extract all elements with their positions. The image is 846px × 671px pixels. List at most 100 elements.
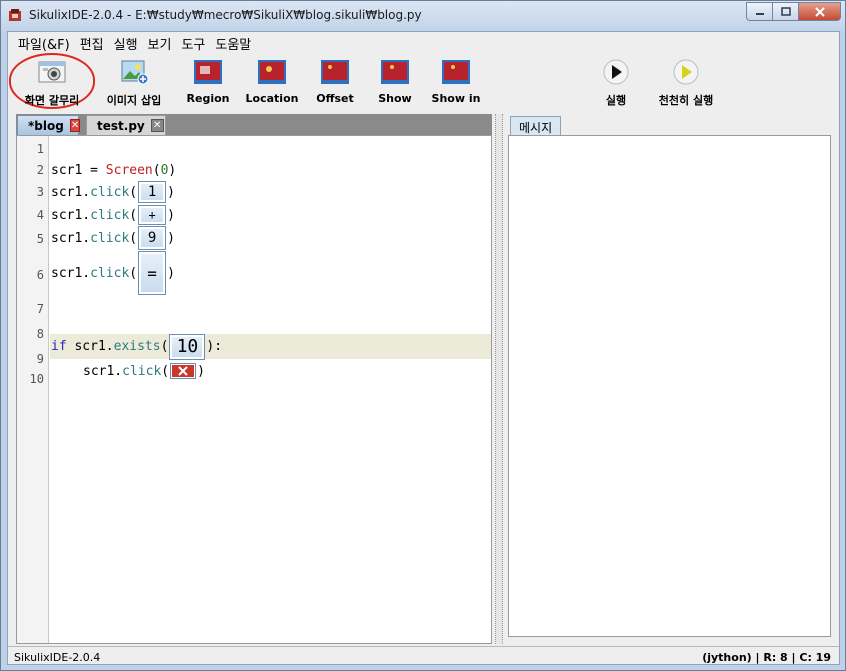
line-number: 6 (36, 268, 44, 282)
code-line-4: scr1. click ( + ) (51, 204, 175, 226)
capture-screen-button[interactable]: 화면 갈무리 (12, 57, 92, 107)
region-label: Region (186, 92, 230, 105)
image-thumbnail-equals[interactable]: = (138, 251, 167, 295)
code-line-8: if scr1. exists ( 10 ): (51, 333, 223, 360)
offset-icon (321, 60, 349, 84)
menu-edit[interactable]: 편집 (75, 32, 109, 53)
window-title: SikulixIDE-2.0.4 - E:₩study₩mecro₩Sikuli… (29, 8, 422, 22)
location-icon (258, 60, 286, 84)
image-thumbnail-close[interactable] (170, 363, 197, 379)
code-token: click (122, 363, 162, 379)
code-token: scr1. (66, 339, 114, 354)
code-token: ( (160, 339, 169, 354)
run-label: 실행 (605, 94, 627, 107)
capture-screen-label: 화면 갈무리 (24, 94, 80, 107)
insert-image-label: 이미지 삽입 (106, 94, 162, 107)
minimize-button[interactable] (746, 2, 772, 21)
code-token: scr1. (51, 207, 91, 223)
location-button[interactable]: Location (242, 57, 302, 107)
insert-image-button[interactable]: 이미지 삽입 (98, 57, 170, 107)
menu-file[interactable]: 파일(&F) (13, 32, 75, 53)
status-app-version: SikulixIDE-2.0.4 (14, 651, 101, 664)
code-token: ) (167, 207, 175, 223)
region-button[interactable]: Region (180, 57, 236, 107)
tab-blog[interactable]: *blog ✕ (17, 115, 81, 135)
menu-bar: 파일(&F) 편집 실행 보기 도구 도움말 (8, 32, 839, 53)
image-thumbnail-plus[interactable]: + (138, 205, 167, 225)
code-token: scr1 (51, 162, 83, 178)
status-bar: SikulixIDE-2.0.4 (jython) | R: 8 | C: 19 (8, 646, 839, 666)
camera-icon (38, 61, 66, 83)
code-line-9: scr1. click ( ) (83, 362, 205, 380)
menu-view[interactable]: 보기 (143, 32, 177, 53)
message-area: 메시지 (508, 114, 833, 644)
image-thumbnail-9[interactable]: 9 (138, 226, 167, 250)
line-number: 4 (36, 208, 44, 222)
menu-help[interactable]: 도움말 (210, 32, 256, 53)
show-button[interactable]: Show (370, 57, 420, 107)
run-slow-button[interactable]: 천천히 실행 (648, 57, 724, 107)
location-label: Location (245, 92, 299, 105)
insert-image-icon (121, 60, 149, 85)
image-thumbnail-10[interactable]: 10 (169, 333, 206, 360)
code-token: click (90, 184, 130, 200)
show-label: Show (378, 92, 412, 105)
menu-run[interactable]: 실행 (109, 32, 143, 53)
pane-splitter[interactable] (495, 114, 503, 644)
code-token: ) (168, 162, 177, 178)
toolbar: 화면 갈무리 이미지 삽입 Region Location Offset Sho… (8, 53, 839, 109)
code-line-5: scr1. click ( 9 ) (51, 226, 175, 250)
run-slow-label: 천천히 실행 (658, 94, 714, 107)
code-token: ): (206, 339, 223, 354)
show-in-icon (442, 60, 470, 84)
code-line-6: scr1. click ( = ) (51, 251, 175, 295)
tab-test-py-label: test.py (97, 118, 145, 133)
run-button[interactable]: 실행 (594, 57, 638, 107)
play-icon (603, 59, 629, 85)
code-token: ) (167, 230, 175, 246)
offset-button[interactable]: Offset (310, 57, 360, 107)
line-number: 8 (36, 327, 44, 341)
code-token: ) (167, 184, 175, 200)
slow-play-icon (673, 59, 699, 85)
code-token: scr1. (51, 265, 91, 281)
line-number: 5 (36, 232, 44, 246)
ide-window: SikulixIDE-2.0.4 - E:₩study₩mecro₩Sikuli… (0, 0, 846, 671)
close-button-thumbnail-icon (172, 365, 195, 377)
code-token: exists (113, 339, 161, 354)
sikulix-app-icon (9, 9, 21, 21)
maximize-button[interactable] (772, 2, 798, 21)
code-token: scr1. (51, 184, 91, 200)
image-thumbnail-1[interactable]: 1 (138, 181, 167, 203)
tab-messages[interactable]: 메시지 (510, 116, 562, 136)
line-number: 10 (29, 372, 44, 386)
code-token: ( (129, 230, 138, 246)
show-in-button[interactable]: Show in (428, 57, 484, 107)
offset-label: Offset (316, 92, 354, 105)
line-number-gutter: 1 2 3 4 5 6 7 8 9 10 (17, 136, 49, 643)
line-number: 9 (36, 352, 44, 366)
code-token: ( (129, 265, 138, 281)
code-token: ) (167, 265, 175, 281)
title-bar: SikulixIDE-2.0.4 - E:₩study₩mecro₩Sikuli… (1, 1, 845, 31)
message-panel (508, 135, 831, 637)
code-token: if (51, 339, 67, 354)
code-token: ( (152, 162, 161, 178)
tab-test-py[interactable]: test.py ✕ (86, 115, 166, 135)
code-editor[interactable]: 1 2 3 4 5 6 7 8 9 10 scr1 = Screen (0)… (16, 135, 492, 644)
window-controls (746, 2, 841, 21)
close-window-button[interactable] (798, 2, 841, 21)
code-line-3: scr1. click ( 1 ) (51, 181, 175, 203)
maximize-icon (780, 7, 791, 16)
code-token: scr1. (51, 230, 91, 246)
close-icon (814, 6, 825, 17)
close-tab-icon[interactable]: ✕ (69, 119, 81, 132)
code-token: ) (197, 363, 205, 379)
show-in-label: Show in (431, 92, 481, 105)
menu-tools[interactable]: 도구 (176, 32, 210, 53)
line-number: 3 (36, 185, 44, 199)
line-number: 2 (36, 163, 44, 177)
code-token: click (90, 230, 130, 246)
code-token: ( (129, 207, 138, 223)
close-tab-icon[interactable]: ✕ (150, 119, 164, 132)
